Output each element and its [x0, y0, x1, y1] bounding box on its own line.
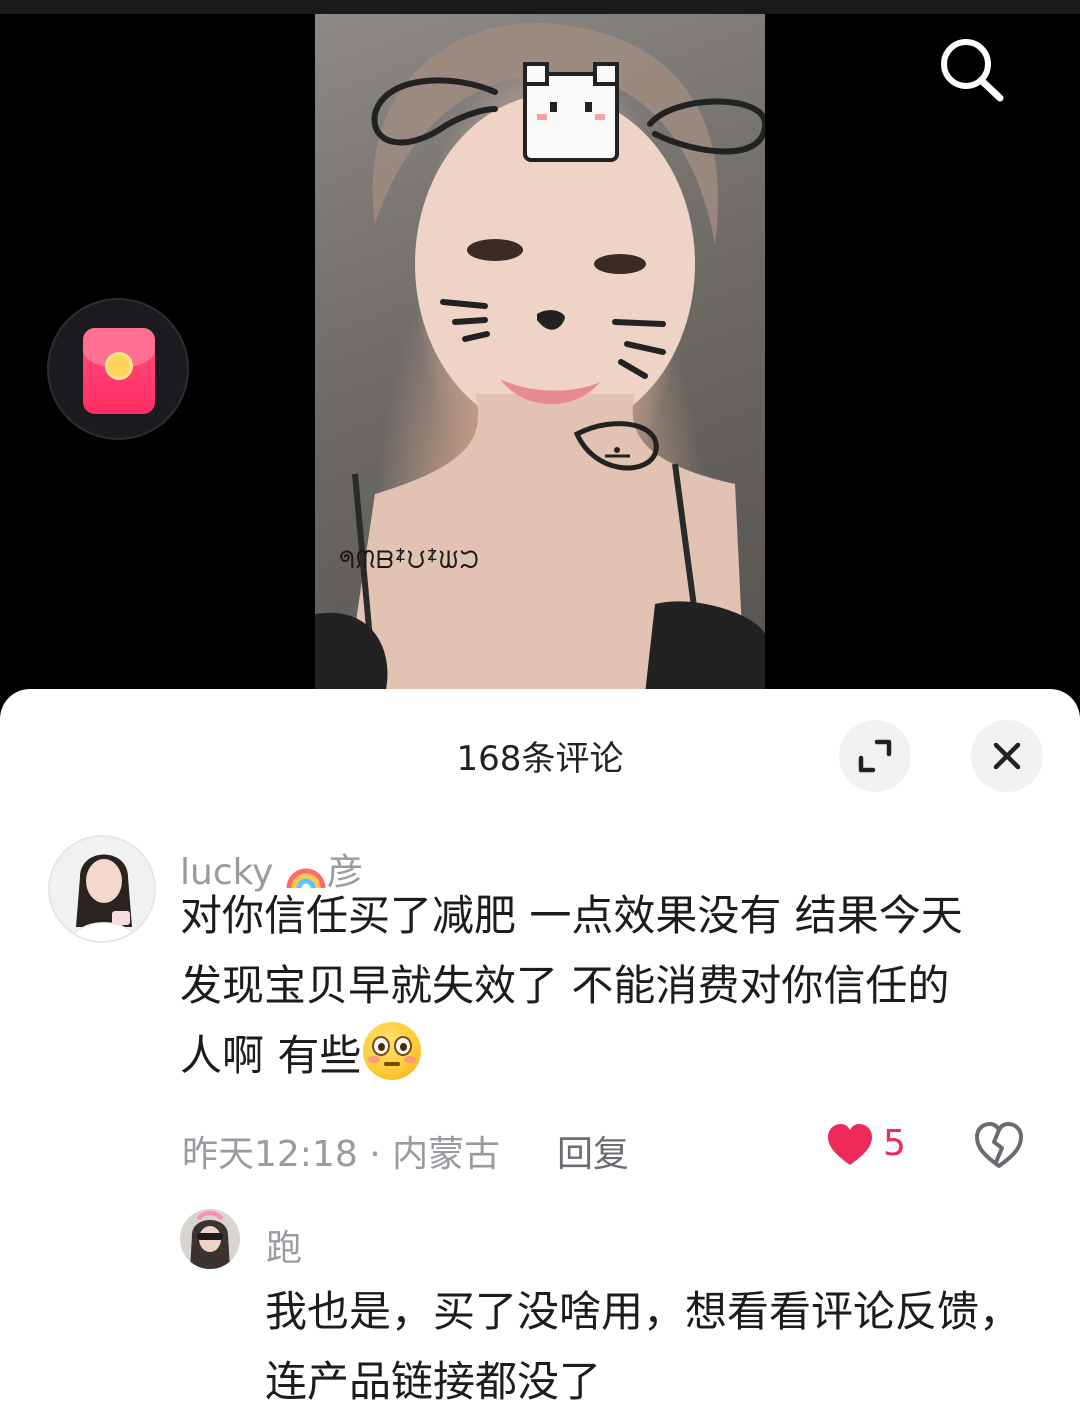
video-player[interactable]: ᖗᙏᗷᙇᙀᙇᙎᙂ	[0, 0, 1080, 700]
avatar[interactable]	[180, 1209, 240, 1269]
meta-separator: ·	[357, 1134, 393, 1175]
comment-meta: 昨天12:18 · 内蒙古	[182, 1125, 500, 1177]
expand-icon	[858, 739, 892, 773]
red-packet-icon	[83, 328, 155, 414]
video-content-illustration	[315, 22, 765, 694]
search-icon	[941, 39, 1004, 102]
reply-button[interactable]: 回复	[557, 1125, 629, 1177]
status-strip	[0, 0, 1080, 14]
red-packet-button[interactable]	[47, 298, 189, 440]
comment-item: lucky 彦 对你信任买了减肥 一点效果没有 结果今天 发现宝贝早就失效了 不…	[0, 835, 1080, 1175]
comment-location: 内蒙古	[392, 1134, 501, 1175]
comment-text-line: 人啊 有些	[180, 1021, 1040, 1091]
reply-comment-item: 跑 我也是，买了没啥用，想看看评论反馈， 连产品链接都没了	[0, 1209, 1080, 1425]
avatar[interactable]	[48, 835, 156, 943]
like-button[interactable]: 5	[826, 1123, 916, 1173]
close-button[interactable]	[971, 720, 1043, 792]
comment-text-line: 对你信任买了减肥 一点效果没有 结果今天	[180, 891, 963, 940]
sticker-text: ᖗᙏᗷᙇᙀᙇᙎᙂ	[339, 546, 480, 574]
comment-time: 昨天12:18	[182, 1134, 358, 1175]
flushed-face-emoji	[363, 1022, 422, 1080]
like-count: 5	[883, 1123, 906, 1164]
video-frame[interactable]: ᖗᙏᗷᙇᙀᙇᙎᙂ	[315, 14, 765, 694]
comments-count-title: 168条评论	[456, 739, 624, 779]
broken-heart-icon	[975, 1122, 1023, 1168]
reply-username[interactable]: 跑	[266, 1219, 302, 1271]
comment-text-line: 连产品链接都没了	[265, 1357, 602, 1406]
comment-text-line: 我也是，买了没啥用，想看看评论反馈，	[265, 1287, 1022, 1336]
dislike-button[interactable]	[974, 1122, 1024, 1170]
comment-text-line: 发现宝贝早就失效了 不能消费对你信任的	[180, 961, 950, 1010]
expand-button[interactable]	[839, 720, 911, 792]
comment-text: 对你信任买了减肥 一点效果没有 结果今天 发现宝贝早就失效了 不能消费对你信任的…	[180, 881, 1040, 1091]
close-icon	[993, 742, 1021, 770]
heart-icon	[828, 1124, 872, 1165]
comments-sheet: 168条评论 lucky 彦 对你信任买了减肥 一点效果没有 结果今天 发现宝贝…	[0, 689, 1080, 1425]
search-button[interactable]	[936, 36, 1006, 102]
reply-text: 我也是，买了没啥用，想看看评论反馈， 连产品链接都没了	[265, 1277, 1055, 1417]
